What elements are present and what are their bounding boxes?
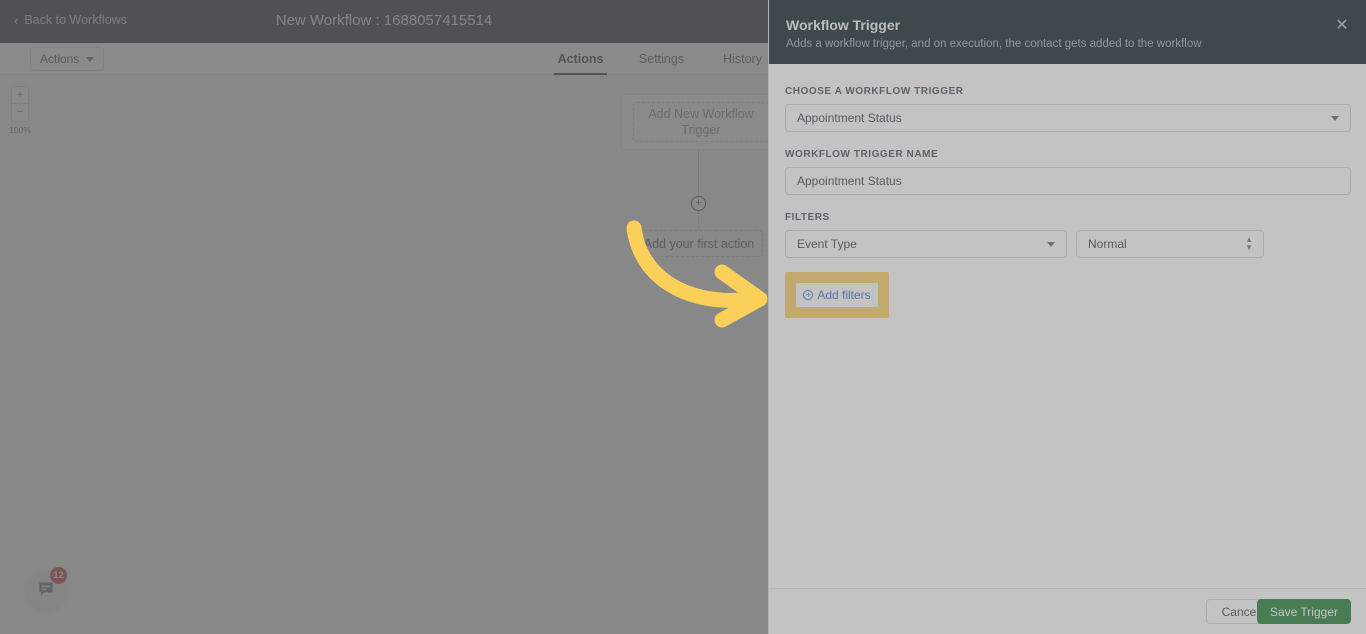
tab-history-label: History [723,52,762,66]
trigger-name-label: WORKFLOW TRIGGER NAME [785,149,939,160]
add-workflow-trigger-label: Add New Workflow Trigger [633,102,768,142]
chat-unread-badge: 12 [50,567,67,584]
choose-trigger-select[interactable]: Appointment Status [785,104,1351,132]
tab-actions-label: Actions [557,52,604,66]
add-first-action-placeholder[interactable]: Add your first action [635,230,763,257]
save-trigger-label: Save Trigger [1269,604,1338,619]
add-node-button[interactable]: + [691,196,706,211]
tab-actions[interactable]: Actions [540,43,621,75]
sub-bar: Actions Actions Settings History [0,43,768,75]
workflow-trigger-panel: Workflow Trigger Adds a workflow trigger… [768,0,1366,634]
add-first-action-label: Add your first action [643,236,755,251]
close-icon[interactable]: ✕ [1333,17,1351,35]
filter-value-text: Normal [1088,237,1127,251]
actions-dropdown-label: Actions [40,52,80,66]
add-filters-button[interactable]: + Add filters [796,283,878,307]
chevron-down-icon [1047,242,1055,247]
zoom-in-button[interactable]: + [11,86,29,104]
top-bar: ‹ Back to Workflows New Workflow : 16880… [0,0,768,43]
zoom-out-label: − [16,106,24,118]
add-filters-label: Add filters [817,288,871,302]
choose-trigger-label: CHOOSE A WORKFLOW TRIGGER [785,86,964,97]
panel-header: Workflow Trigger Adds a workflow trigger… [769,0,1366,64]
save-trigger-button[interactable]: Save Trigger [1256,599,1351,624]
screen: ‹ Back to Workflows New Workflow : 16880… [0,0,1366,634]
chevron-down-icon [1331,116,1339,121]
add-workflow-trigger-card[interactable]: Add New Workflow Trigger [621,94,768,150]
choose-trigger-value: Appointment Status [797,111,902,125]
workflow-canvas[interactable]: + − 100% Add New Workflow Trigger + Add … [0,75,768,634]
trigger-name-value: Appointment Status [797,174,902,188]
filter-value-input[interactable]: Normal ▲ ▼ [1076,230,1264,258]
filters-label: FILTERS [785,212,830,223]
trigger-name-input[interactable]: Appointment Status [785,167,1351,195]
filter-field-select[interactable]: Event Type [785,230,1067,258]
filter-row: Event Type Normal ▲ ▼ [785,230,1351,258]
connector-line [698,150,699,196]
tab-history[interactable]: History [702,43,768,75]
panel-footer: Cancel Save Trigger [769,588,1366,634]
panel-body: CHOOSE A WORKFLOW TRIGGER Appointment St… [769,64,1366,588]
panel-title: Workflow Trigger [786,17,901,33]
tab-bar: Actions Settings History [540,43,768,75]
chevron-down-icon [86,56,95,62]
tab-settings-label: Settings [638,52,685,66]
plus-circle-icon: + [803,290,814,300]
workflow-builder-app: ‹ Back to Workflows New Workflow : 16880… [0,0,768,634]
zoom-out-button[interactable]: − [11,104,29,122]
workflow-title: New Workflow : 1688057415514 [275,12,493,29]
tab-settings[interactable]: Settings [621,43,702,75]
zoom-percent: 100% [9,125,31,135]
cancel-label: Cancel [1221,604,1259,619]
add-node-label: + [695,197,702,209]
panel-subtitle: Adds a workflow trigger, and on executio… [786,38,1202,50]
zoom-controls: + − 100% [9,86,31,135]
zoom-in-label: + [16,88,24,101]
filter-field-value: Event Type [797,237,857,251]
actions-dropdown-button[interactable]: Actions [30,47,105,71]
stepper-icon[interactable]: ▲ ▼ [1245,236,1253,252]
add-filters-highlight: + Add filters [785,272,889,318]
